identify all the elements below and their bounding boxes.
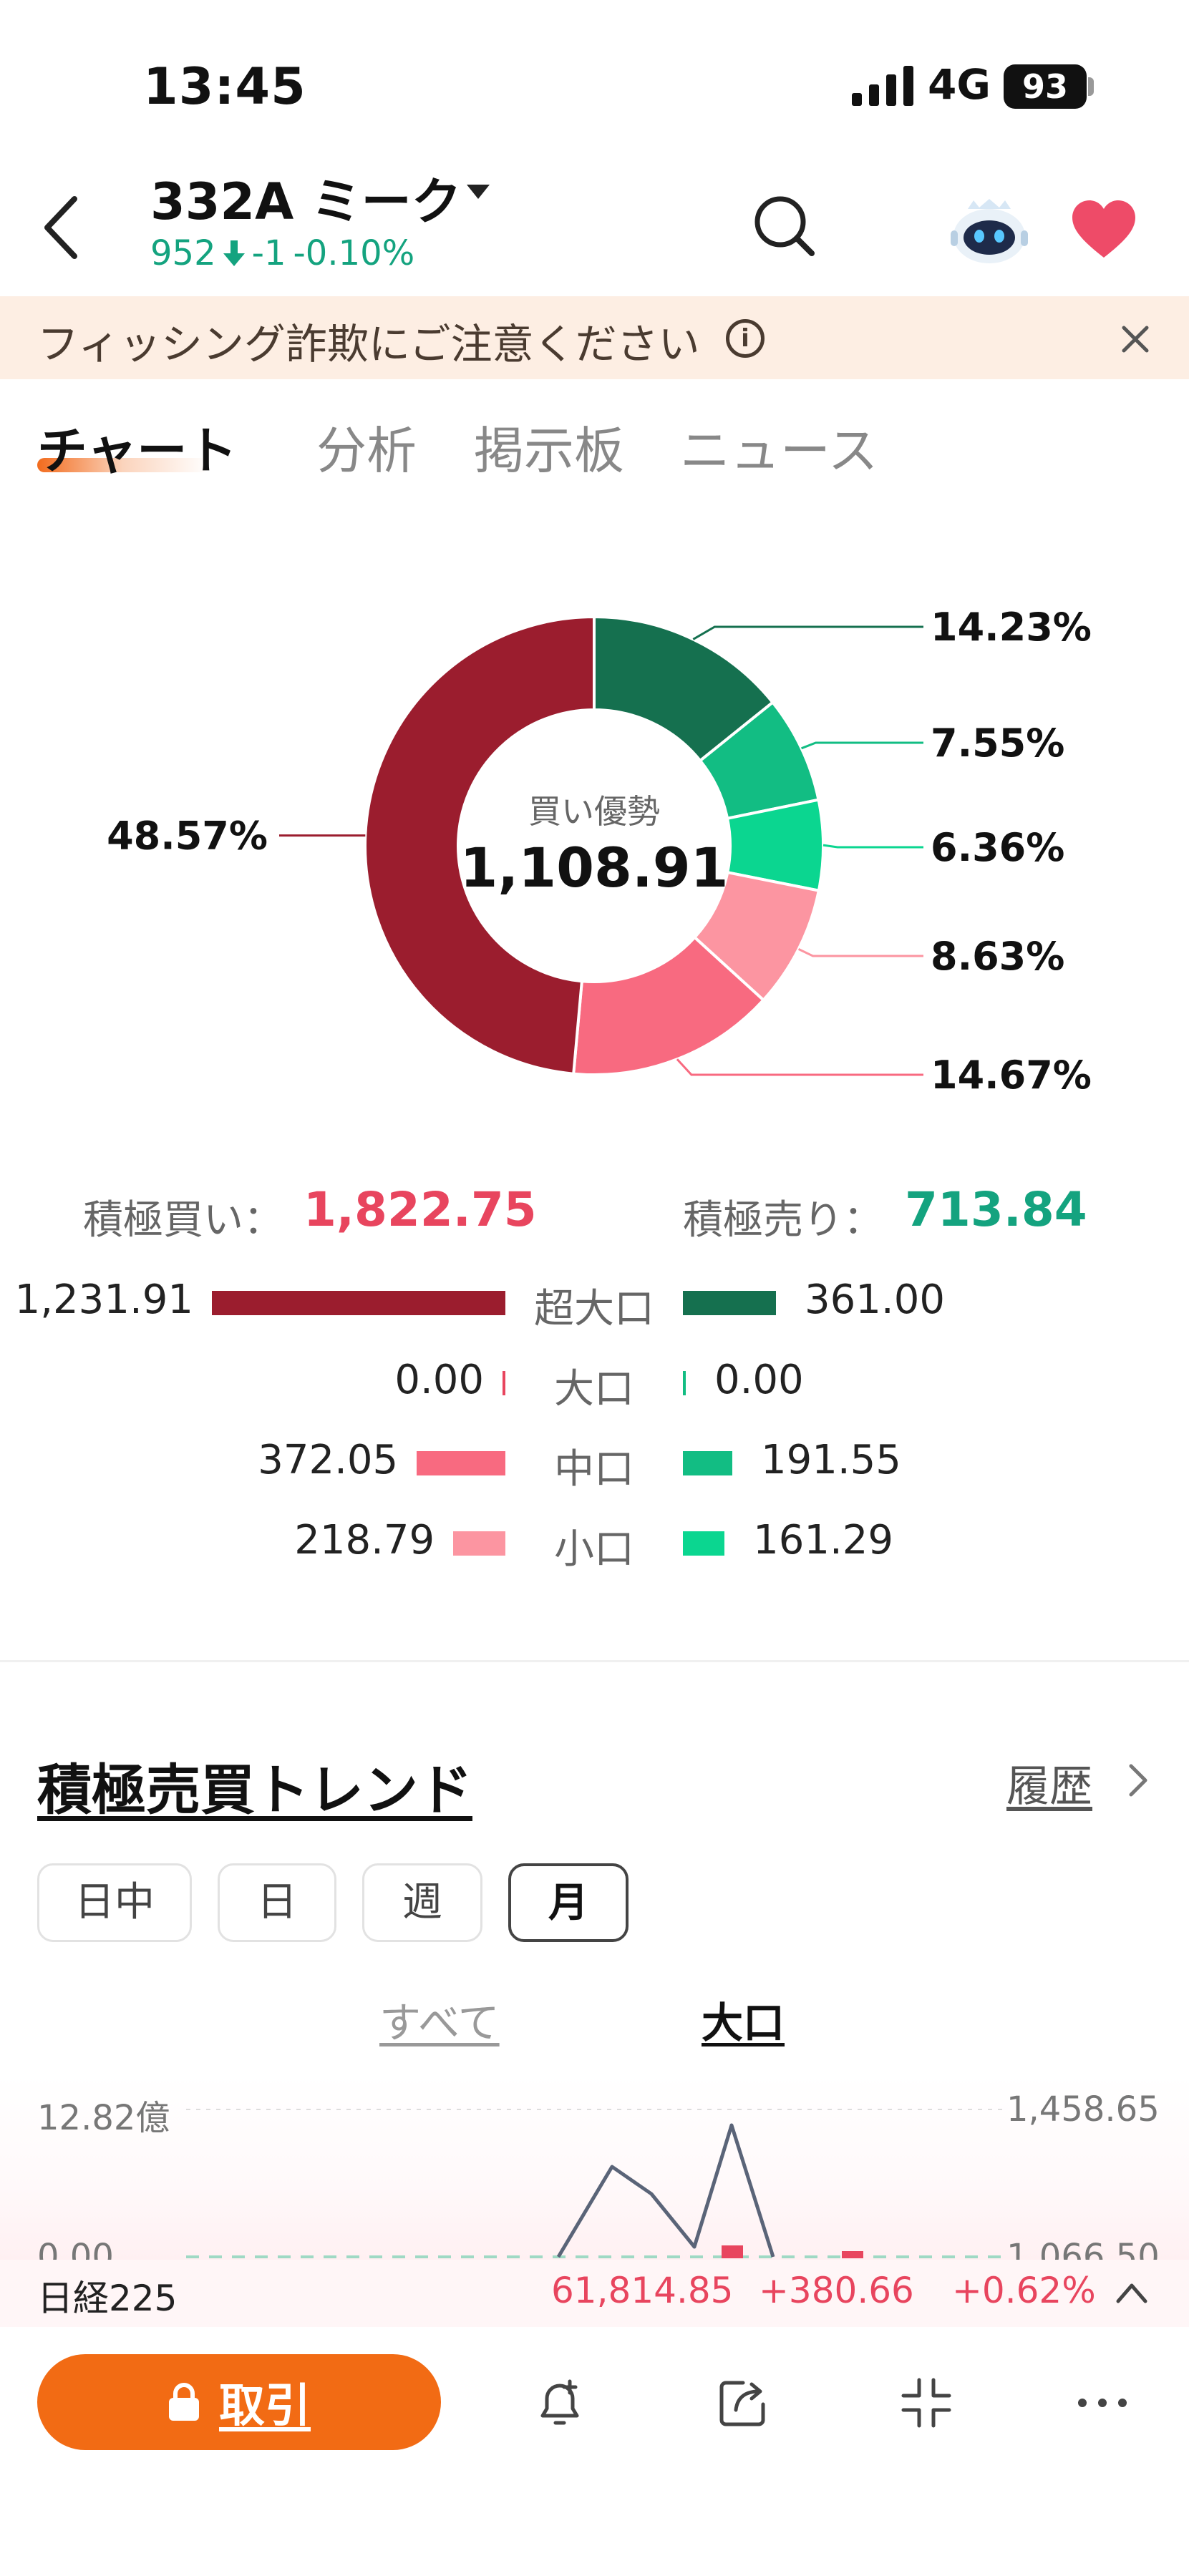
heart-icon[interactable] [1069,197,1138,262]
stock-change-pct: -0.10% [293,233,415,273]
subtab-large-orders[interactable]: 大口 [702,1989,785,2049]
donut-slice-label: 8.63% [931,934,1064,979]
buy-bar [417,1451,505,1475]
donut-slice-label: 7.55% [931,721,1064,766]
donut-leader-line [801,741,923,750]
buy-bar [212,1291,505,1315]
buy-value: 1,231.91 [14,1277,193,1323]
lock-icon [169,2383,199,2421]
index-name: 日経225 [37,2278,178,2319]
trend-section-title: 積極売買トレンド [37,1758,472,1822]
buy-value: 0.00 [394,1357,484,1403]
search-icon[interactable] [752,193,816,258]
chevron-right-icon[interactable] [1124,1759,1152,1802]
section-divider [0,1660,1189,1662]
order-size-category: 超大口 [534,1286,654,1332]
arrow-down-icon [223,240,245,266]
sell-value: 161.29 [753,1517,894,1563]
stock-title[interactable]: 332A ミーク [150,162,462,234]
right-axis-mid: 1,066.50 [1006,2237,1160,2261]
right-axis-max: 1,458.65 [1006,2089,1160,2129]
signal-strength-icon [852,66,913,106]
donut-slice-label: 48.57% [107,814,268,859]
chevron-down-icon[interactable] [467,185,490,199]
price-alert-icon[interactable] [531,2374,588,2431]
tab-message-board[interactable]: 掲示板 [474,411,624,483]
donut-leader-line [797,948,923,957]
trade-button-label: 取引 [219,2380,311,2433]
active-buy-label: 積極買い： [83,1197,283,1244]
sell-bar [683,1371,686,1395]
donut-leader-line [676,1058,923,1076]
order-size-category: 小口 [554,1526,634,1573]
sell-bar [683,1531,725,1556]
buy-bar [503,1371,505,1395]
network-type: 4G [928,60,991,109]
battery-tip [1088,77,1094,96]
donut-leader-line [692,625,923,640]
sell-value: 0.00 [714,1357,804,1403]
left-axis-max: 12.82億 [37,2098,170,2138]
buy-value: 372.05 [258,1437,399,1483]
index-price: 61,814.85 [551,2270,734,2311]
back-arrow-icon[interactable] [40,192,83,263]
order-size-category: 大口 [554,1366,634,1413]
buy-value: 218.79 [294,1517,435,1563]
trade-button[interactable]: 取引 [37,2354,441,2450]
index-change-pct: +0.62% [952,2270,1096,2311]
subtab-all[interactable]: すべて [379,1989,500,2049]
info-icon[interactable]: i [726,319,765,358]
active-sell-total: 713.84 [905,1182,1087,1237]
tab-news[interactable]: ニュース [680,411,878,483]
donut-slice-label: 14.23% [931,605,1092,650]
assistant-robot-icon[interactable] [946,195,1032,266]
index-change: +380.66 [759,2270,914,2311]
tab-analysis[interactable]: 分析 [316,411,417,483]
period-week-button[interactable]: 週 [362,1863,482,1942]
period-month-button[interactable]: 月 [508,1863,629,1942]
stock-price: 952 [150,233,216,273]
period-intraday-button[interactable]: 日中 [37,1863,192,1942]
order-size-category: 中口 [554,1446,634,1493]
donut-leader-line [822,844,923,849]
sell-bar [683,1451,732,1475]
sell-bar [683,1291,776,1315]
stock-change: -1 [251,233,286,273]
status-time: 13:45 [143,57,306,116]
share-icon[interactable] [714,2374,772,2431]
stock-quote: 952 -1 -0.10% [150,233,414,273]
donut-slice-label: 14.67% [931,1053,1092,1098]
banner-text: フィッシング詐欺にご注意ください [37,320,700,369]
donut-slice-label: 6.36% [931,825,1064,870]
battery-level: 93 [1004,64,1087,109]
history-link[interactable]: 履歴 [1006,1752,1092,1814]
donut-center-value: 1,108.91 [460,836,729,899]
sell-value: 361.00 [805,1277,945,1323]
buy-bar [453,1531,505,1556]
sell-value: 191.55 [760,1437,901,1483]
trend-chart: 12.82億 0.00 1,458.65 1,066.50 [0,2075,1189,2261]
active-sell-label: 積極売り： [683,1197,883,1244]
chevron-up-icon[interactable] [1114,2278,1150,2307]
tab-chart[interactable]: チャート [37,411,237,483]
active-buy-total: 1,822.75 [304,1182,537,1237]
more-icon[interactable] [1074,2374,1131,2431]
period-day-button[interactable]: 日 [218,1863,336,1942]
donut-center-label: 買い優勢 [528,792,660,831]
left-axis-zero: 0.00 [37,2237,114,2261]
close-icon[interactable] [1115,319,1155,359]
collapse-icon[interactable] [898,2374,955,2431]
